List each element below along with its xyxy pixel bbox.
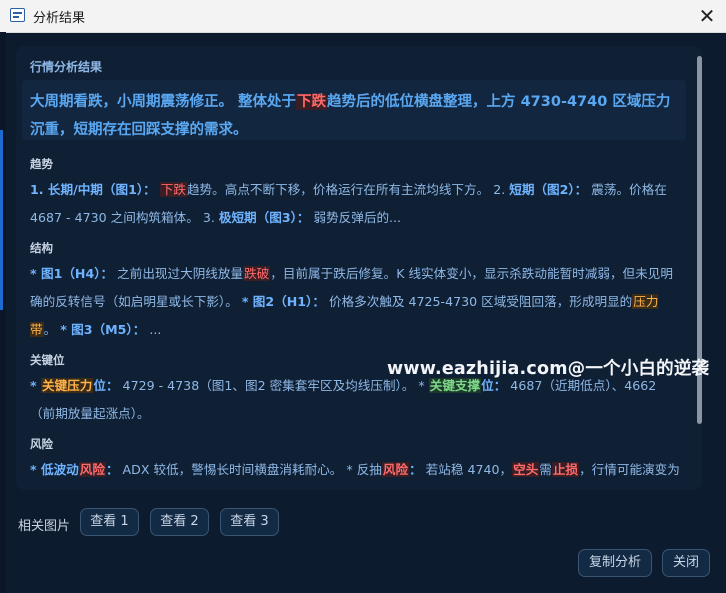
key-levels-heading: 关键位 — [30, 353, 65, 367]
section-title: 行情分析结果 — [30, 60, 103, 74]
summary-highlight: 下跌 — [296, 94, 328, 110]
summary-text: 大周期看跌，小周期震荡修正。 整体处于下跌趋势后的低位横盘整理，上方 4730-… — [30, 88, 680, 144]
risk-label: ： — [105, 462, 119, 477]
risk-highlight: 止损 — [551, 462, 580, 477]
related-images-label: 相关图片 — [18, 519, 71, 534]
key-levels-paragraph: * 关键压力位： 4729 - 4738（图1、图2 密集套牢区及均线压制）。 … — [30, 372, 680, 428]
risk-highlight: 空头 — [512, 462, 540, 477]
structure-label: * 图2（H1）： — [241, 294, 325, 309]
risk-paragraph: * 低波动风险： ADX 较低，警惕长时间横盘消耗耐心。 * 反抽风险： 若站稳… — [30, 456, 680, 484]
structure-label: * 图3（M5）： — [60, 322, 146, 337]
key-levels-highlight: 关键压力 — [40, 378, 94, 393]
window-title: 分析结果 — [33, 11, 86, 26]
risk-text: ADX 较低，警惕长时间横盘消耗耐心。 * 反抽 — [118, 462, 382, 477]
trend-label: （图2）： — [534, 182, 588, 197]
view-image-1-button[interactable]: 查看 1 — [80, 508, 139, 536]
document-icon — [10, 8, 25, 22]
close-icon[interactable]: ✕ — [694, 3, 720, 29]
trend-label: 极短期（图3）： — [218, 210, 310, 225]
watermark-text: www.eazhijia.com@一个小白的逆袭 — [387, 359, 710, 379]
trend-paragraph: 1. 长期/中期（图1）： 下跌趋势。高点不断下移，价格运行在所有主流均线下方。… — [30, 176, 680, 232]
key-levels-label: 位： — [481, 378, 507, 393]
view-image-3-button[interactable]: 查看 3 — [220, 508, 279, 536]
vertical-scrollbar[interactable] — [697, 56, 702, 480]
structure-highlight: 跌破 — [243, 266, 271, 281]
trend-heading: 趋势 — [30, 157, 53, 171]
summary-part: 大周期看跌，小周期震荡修正。 整体处于 — [30, 94, 297, 110]
close-button[interactable]: 关闭 — [662, 549, 710, 577]
structure-paragraph: * 图1（H4）： 之前出现过大阴线放量跌破，目前属于跌后修复。K 线实体变小，… — [30, 260, 680, 344]
structure-text: 之前出现过大阴线放量 — [113, 266, 244, 281]
risk-text: 需 — [539, 462, 552, 477]
analysis-scroll-area[interactable]: 行情分析结果 大周期看跌，小周期震荡修正。 整体处于下跌趋势后的低位横盘整理，上… — [16, 46, 702, 490]
title-bar: 分析结果 ✕ — [0, 0, 726, 33]
structure-label: * 图1（H4）： — [30, 266, 114, 281]
trend-text: 弱势反弹后的... — [309, 210, 402, 225]
key-levels-text: 4729 - 4738（图1、图2 密集套牢区及均线压制）。 * — [118, 378, 429, 393]
key-levels-highlight: 关键支撑 — [428, 378, 482, 393]
copy-analysis-button[interactable]: 复制分析 — [578, 549, 652, 577]
view-image-2-button[interactable]: 查看 2 — [150, 508, 209, 536]
structure-text: 。 — [43, 322, 61, 337]
structure-text: ... — [145, 322, 162, 337]
risk-highlight: 风险 — [381, 462, 410, 477]
risk-text: 若站稳 4740， — [421, 462, 513, 477]
key-levels-bullet: * — [30, 378, 41, 393]
trend-label: 1. 长期/中期（图1）： — [30, 182, 156, 197]
trend-text: 趋势。高点不断下移，价格运行在所有主流均线下方。 2. — [186, 182, 510, 197]
background-window-accent — [0, 130, 3, 310]
trend-label: 短期 — [509, 182, 535, 197]
key-levels-label: 位： — [93, 378, 119, 393]
structure-text: 价格多次触及 4725-4730 区域受阻回落，形成明显的 — [324, 294, 633, 309]
background-window-edge — [0, 32, 6, 593]
risk-text: ，行情可能演变为 — [579, 462, 680, 477]
risk-label: * 低波动 — [30, 462, 79, 477]
trend-highlight: 下跌 — [159, 182, 187, 197]
risk-label: ： — [409, 462, 422, 477]
risk-heading: 风险 — [30, 437, 53, 451]
structure-heading: 结构 — [30, 241, 53, 255]
risk-highlight: 风险 — [78, 462, 106, 477]
